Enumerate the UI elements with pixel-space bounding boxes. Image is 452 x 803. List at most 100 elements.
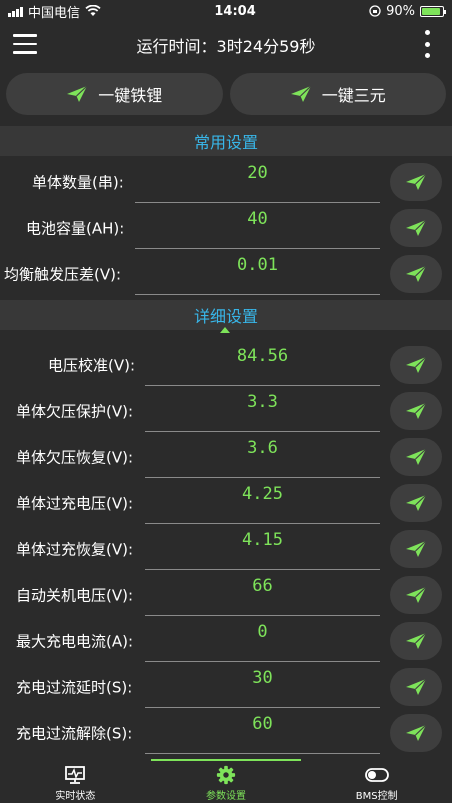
setting-label: 电池容量(AH): <box>26 219 125 238</box>
active-tab-indicator <box>151 759 301 761</box>
send-setting-button[interactable] <box>390 163 442 201</box>
tab-parameter-settings[interactable]: 参数设置 <box>151 759 302 803</box>
more-options-icon[interactable] <box>422 30 432 58</box>
send-setting-button[interactable] <box>390 714 442 752</box>
send-setting-button[interactable] <box>390 576 442 614</box>
wifi-icon <box>85 5 101 16</box>
setting-label: 最大充电电流(A): <box>16 632 134 651</box>
setting-value-input[interactable]: 0 <box>145 622 380 642</box>
runtime-display: 运行时间：3时24分59秒 <box>136 37 316 56</box>
section-title: 常用设置 <box>193 133 258 152</box>
detail-setting-row: 充电过流解除(S): 60 <box>0 710 452 756</box>
tab-label: BMS控制 <box>355 791 398 802</box>
setting-value-input[interactable]: 3.6 <box>145 438 380 458</box>
setting-label: 单体欠压恢复(V): <box>16 448 134 467</box>
preset-lfp-label: 一键铁锂 <box>98 86 163 105</box>
collapse-caret-icon[interactable] <box>220 327 230 333</box>
setting-label: 自动关机电压(V): <box>16 586 134 605</box>
setting-value-input[interactable]: 60 <box>145 714 380 734</box>
setting-value-input[interactable]: 40 <box>135 209 380 229</box>
carrier-name: 中国电信 <box>28 5 81 21</box>
detail-setting-row: 单体过充恢复(V): 4.15 <box>0 526 452 572</box>
detail-settings-header[interactable]: 详细设置 <box>0 300 452 330</box>
send-icon <box>406 402 427 419</box>
send-setting-button[interactable] <box>390 530 442 568</box>
send-setting-button[interactable] <box>390 438 442 476</box>
tab-label: 参数设置 <box>206 791 246 802</box>
status-bar: 中国电信 14:04 90% <box>0 0 452 22</box>
common-setting-row: 均衡触发压差(V): 0.01 <box>0 251 452 297</box>
common-setting-row: 电池容量(AH): 40 <box>0 205 452 251</box>
send-setting-button[interactable] <box>390 255 442 293</box>
setting-value-input[interactable]: 0.01 <box>135 255 380 275</box>
input-underline <box>145 615 380 616</box>
send-icon <box>290 85 312 103</box>
setting-label: 充电过流解除(S): <box>16 724 133 743</box>
detail-setting-row: 单体欠压恢复(V): 3.6 <box>0 434 452 480</box>
clock: 14:04 <box>214 3 256 19</box>
tab-bms-control[interactable]: BMS控制 <box>301 759 452 803</box>
send-setting-button[interactable] <box>390 209 442 247</box>
input-underline <box>145 477 380 478</box>
setting-value-input[interactable]: 4.15 <box>145 530 380 550</box>
detail-setting-row: 电压校准(V): 84.56 <box>0 342 452 388</box>
setting-value-input[interactable]: 84.56 <box>145 346 380 366</box>
setting-value-input[interactable]: 3.3 <box>145 392 380 412</box>
tab-realtime-status[interactable]: 实时状态 <box>0 759 151 803</box>
setting-label: 单体过充恢复(V): <box>16 540 134 559</box>
input-underline <box>145 431 380 432</box>
send-icon <box>406 678 427 695</box>
input-underline <box>145 385 380 386</box>
rotation-lock-icon <box>369 5 381 17</box>
setting-label: 单体数量(串): <box>32 173 124 192</box>
input-underline <box>145 753 380 754</box>
bottom-tab-bar: 实时状态 参数设置 BMS控制 <box>0 759 452 803</box>
preset-ternary-button[interactable]: 一键三元 <box>229 73 446 115</box>
setting-value-input[interactable]: 20 <box>135 163 380 183</box>
monitor-icon <box>65 766 86 784</box>
setting-value-input[interactable]: 4.25 <box>145 484 380 504</box>
send-icon <box>406 265 427 282</box>
common-setting-row: 单体数量(串): 20 <box>0 159 452 205</box>
send-icon <box>406 540 427 557</box>
detail-setting-row: 单体欠压保护(V): 3.3 <box>0 388 452 434</box>
preset-ternary-label: 一键三元 <box>321 86 386 105</box>
input-underline <box>145 661 380 662</box>
setting-label: 均衡触发压差(V): <box>4 265 122 284</box>
detail-setting-row: 自动关机电压(V): 66 <box>0 572 452 618</box>
setting-label: 电压校准(V): <box>48 356 136 375</box>
send-icon <box>406 632 427 649</box>
send-setting-button[interactable] <box>390 622 442 660</box>
detail-setting-row: 充电过流延时(S): 30 <box>0 664 452 710</box>
common-settings-header: 常用设置 <box>0 126 452 156</box>
send-icon <box>406 219 427 236</box>
send-icon <box>406 494 427 511</box>
input-underline <box>145 569 380 570</box>
setting-label: 单体欠压保护(V): <box>16 402 134 421</box>
tab-label: 实时状态 <box>55 791 96 802</box>
detail-setting-row: 最大充电电流(A): 0 <box>0 618 452 664</box>
setting-value-input[interactable]: 66 <box>145 576 380 596</box>
send-icon <box>406 356 427 373</box>
setting-value-input[interactable]: 30 <box>145 668 380 688</box>
input-underline <box>145 523 380 524</box>
send-icon <box>406 724 427 741</box>
preset-lfp-button[interactable]: 一键铁锂 <box>6 73 223 115</box>
input-underline <box>135 202 380 203</box>
input-underline <box>135 294 380 295</box>
send-setting-button[interactable] <box>390 392 442 430</box>
app-header: 运行时间：3时24分59秒 <box>0 22 452 68</box>
send-setting-button[interactable] <box>390 668 442 706</box>
detail-setting-row: 单体过充电压(V): 4.25 <box>0 480 452 526</box>
input-underline <box>135 248 380 249</box>
preset-buttons: 一键铁锂 一键三元 <box>6 73 446 115</box>
menu-icon[interactable] <box>13 34 37 54</box>
toggle-icon <box>364 768 389 782</box>
gear-icon <box>216 765 236 785</box>
send-icon <box>406 586 427 603</box>
setting-label: 单体过充电压(V): <box>16 494 134 513</box>
send-setting-button[interactable] <box>390 484 442 522</box>
signal-icon <box>8 6 23 17</box>
send-icon <box>66 85 88 103</box>
send-setting-button[interactable] <box>390 346 442 384</box>
